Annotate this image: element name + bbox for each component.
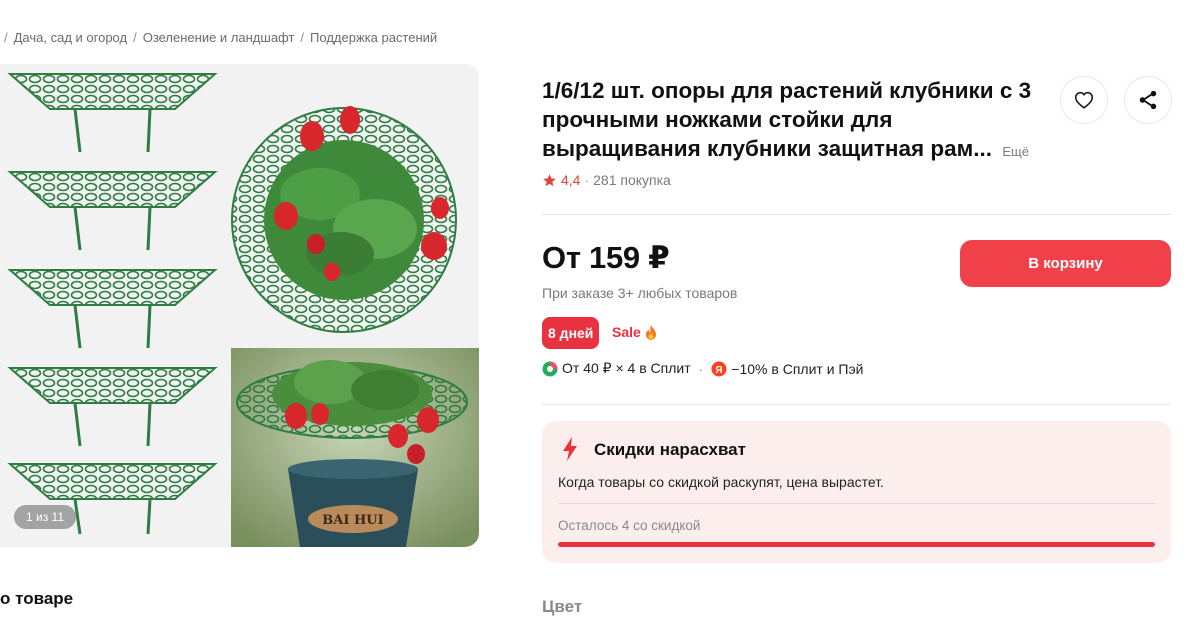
share-icon: [1139, 90, 1157, 110]
breadcrumb-item-garden[interactable]: Дача, сад и огород: [14, 30, 127, 45]
potted-strawberry-photo: BAI HUI: [231, 348, 479, 547]
pay-text: −10% в Сплит и Пэй: [731, 360, 864, 377]
flash-sale-progress: [558, 542, 1155, 547]
breadcrumb-separator: /: [300, 30, 305, 45]
share-button[interactable]: [1124, 76, 1172, 124]
flame-icon: [645, 324, 656, 340]
breadcrumb: / Дача, сад и огород / Озеленение и ланд…: [4, 30, 437, 45]
flash-sale-divider: [558, 503, 1155, 504]
divider: [542, 214, 1171, 215]
rating-separator: ·: [584, 172, 590, 188]
price: От 159 ₽: [542, 240, 670, 275]
flash-sale-progress-fill: [558, 542, 1155, 547]
divider: [542, 404, 1171, 405]
add-to-cart-button[interactable]: В корзину: [960, 240, 1171, 287]
sale-label: Sale: [612, 324, 657, 340]
product-title: 1/6/12 шт. опоры для растений клубники с…: [542, 76, 1047, 166]
favorite-button[interactable]: [1060, 76, 1108, 124]
rating-value: 4,4: [561, 172, 581, 188]
sale-text: Sale: [612, 324, 641, 340]
breadcrumb-item-landscape[interactable]: Озеленение и ландшафт: [143, 30, 295, 45]
product-title-text: 1/6/12 шт. опоры для растений клубники с…: [542, 78, 1032, 161]
breadcrumb-item-plant-support[interactable]: Поддержка растений: [310, 30, 437, 45]
show-more-link[interactable]: Ещё: [1002, 144, 1029, 159]
about-product-heading: о товаре: [0, 589, 74, 608]
svg-text:Я: Я: [716, 365, 723, 376]
lightning-icon: [563, 437, 577, 461]
round-support-illustration: [231, 106, 457, 333]
days-badge: 8 дней: [542, 317, 600, 349]
heart-icon: [1074, 91, 1094, 109]
split-icon: [542, 361, 558, 376]
installment-row[interactable]: От 40 ₽ × 4 в Сплит · Я −10% в Сплит и П…: [542, 360, 863, 377]
flash-sale-title: Скидки нарасхват: [594, 440, 746, 459]
price-note: При заказе 3+ любых товаров: [542, 285, 738, 301]
flash-sale-remaining: Осталось 4 со скидкой: [558, 518, 701, 533]
yandex-pay-icon: Я: [711, 361, 727, 376]
stacked-supports-illustration: [7, 73, 218, 535]
installment-separator: ·: [698, 360, 704, 377]
breadcrumb-separator: /: [4, 30, 8, 45]
color-section-label: Цвет: [542, 597, 583, 616]
flash-sale-text: Когда товары со скидкой раскупят, цена в…: [558, 474, 884, 490]
split-text: От 40 ₽ × 4 в Сплит: [562, 360, 691, 376]
flash-sale-block: Скидки нарасхват Когда товары со скидкой…: [542, 421, 1171, 563]
image-counter: 1 из 11: [14, 505, 76, 529]
purchase-count: 281 покупка: [593, 172, 671, 188]
breadcrumb-separator: /: [133, 30, 137, 45]
product-image: BAI HUI: [7, 73, 479, 547]
star-icon: [543, 173, 556, 186]
rating-row[interactable]: 4,4 · 281 покупка: [542, 172, 671, 188]
product-gallery[interactable]: BAI HUI: [0, 64, 479, 547]
pot-watermark: BAI HUI: [322, 513, 383, 528]
